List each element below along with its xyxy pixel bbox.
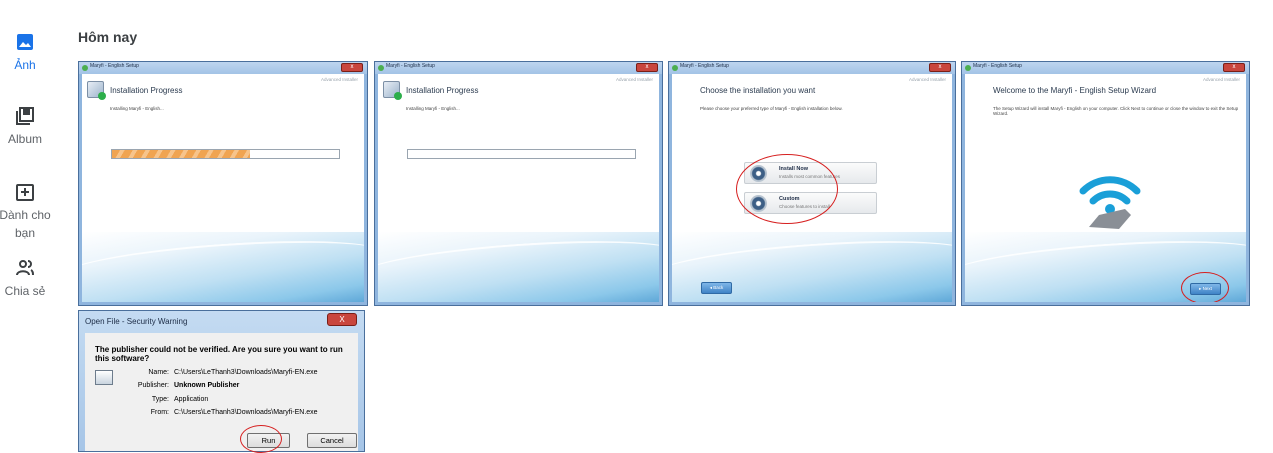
installer-instruction: The Setup Wizard will install Maryfi - E… <box>993 106 1239 116</box>
red-annotation-circle <box>736 154 838 224</box>
field-value: C:\Users\LeThanh3\Downloads\Maryfi-EN.ex… <box>174 409 318 416</box>
photo-icon <box>17 34 33 50</box>
installer-window: Maryfi - English Setup x Advanced Instal… <box>78 61 368 306</box>
nav-label-photos: Ảnh <box>14 58 36 72</box>
brand-label: Advanced Installer <box>320 77 358 82</box>
progress-bar <box>111 149 340 159</box>
nav-label-album: Album <box>7 132 42 146</box>
photo-thumbnail[interactable]: Maryfi - English Setup x Advanced Instal… <box>668 61 956 306</box>
installer-window: Maryfi - English Setup x Advanced Instal… <box>374 61 663 306</box>
decorative-wave <box>82 232 364 302</box>
for-you-icon <box>16 184 34 201</box>
nav-item-sharing[interactable]: Chia sẻ <box>0 258 50 300</box>
field-key: Publisher: <box>137 382 169 389</box>
window-title: Maryfi - English Setup <box>386 63 435 69</box>
app-icon <box>82 65 88 71</box>
installer-status: Installing Maryfi - English... <box>406 106 460 111</box>
field-key: Name: <box>148 369 169 376</box>
cancel-button-image: Cancel <box>307 433 357 448</box>
window-body: Advanced Installer Choose the installati… <box>672 74 952 302</box>
nav-item-photos[interactable]: Ảnh <box>0 32 50 74</box>
wifi-hand-icon <box>1079 176 1141 229</box>
app-icon <box>378 65 384 71</box>
nav-label-for-you: Dành cho bạn <box>0 208 51 240</box>
decorative-wave <box>378 232 659 302</box>
window-titlebar: Maryfi - English Setup x <box>669 62 955 74</box>
progress-bar <box>407 149 636 159</box>
section-title-today: Hôm nay <box>78 29 138 45</box>
installer-heading: Installation Progress <box>406 86 479 95</box>
progress-fill <box>112 150 251 158</box>
installer-window: Maryfi - English Setup x Advanced Instal… <box>961 61 1250 306</box>
installer-heading: Welcome to the Maryfi - English Setup Wi… <box>993 86 1157 95</box>
nav-item-for-you[interactable]: Dành cho bạn <box>0 182 51 242</box>
close-icon: X <box>327 313 357 326</box>
share-icon <box>16 260 34 276</box>
red-annotation-circle <box>1181 272 1229 302</box>
left-navigation: Ảnh Album Dành cho bạn Chia sẻ <box>0 0 51 452</box>
window-titlebar: Maryfi - English Setup x <box>375 62 662 74</box>
red-annotation-circle <box>240 425 282 453</box>
close-icon: x <box>636 63 658 72</box>
close-icon: x <box>1223 63 1245 72</box>
installer-heading: Installation Progress <box>110 86 183 95</box>
field-value: Application <box>174 396 209 403</box>
brand-label: Advanced Installer <box>1202 77 1240 82</box>
window-body: Advanced Installer Installation Progress… <box>82 74 364 302</box>
app-icon <box>672 65 678 71</box>
security-warning-dialog: Open File - Security Warning X The publi… <box>78 310 365 453</box>
close-icon: x <box>341 63 363 72</box>
window-title: Maryfi - English Setup <box>973 63 1022 69</box>
photo-thumbnail[interactable]: Maryfi - English Setup x Advanced Instal… <box>374 61 663 306</box>
field-value: Unknown Publisher <box>174 382 240 389</box>
photo-thumbnail[interactable]: Maryfi - English Setup x Advanced Instal… <box>78 61 368 306</box>
brand-label: Advanced Installer <box>908 77 946 82</box>
installer-status: Installing Maryfi - English... <box>110 106 164 111</box>
field-value: C:\Users\LeThanh3\Downloads\Maryfi-EN.ex… <box>174 369 318 376</box>
window-body: Advanced Installer Welcome to the Maryfi… <box>965 74 1246 302</box>
installer-instruction: Please choose your preferred type of Mar… <box>700 106 843 111</box>
installer-heading: Choose the installation you want <box>700 86 816 95</box>
app-icon <box>965 65 971 71</box>
brand-label: Advanced Installer <box>615 77 653 82</box>
nav-label-sharing: Chia sẻ <box>4 284 46 298</box>
setup-icon <box>87 81 106 100</box>
field-key: From: <box>150 409 169 416</box>
album-icon <box>16 107 34 125</box>
window-titlebar: Maryfi - English Setup x <box>79 62 367 74</box>
back-button-image: ◂ Back <box>701 282 732 294</box>
dialog-body: The publisher could not be verified. Are… <box>85 333 358 453</box>
window-titlebar: Maryfi - English Setup x <box>962 62 1249 74</box>
photo-thumbnail[interactable]: Maryfi - English Setup x Advanced Instal… <box>961 61 1250 306</box>
close-icon: x <box>929 63 951 72</box>
installer-window: Maryfi - English Setup x Advanced Instal… <box>668 61 956 306</box>
back-label: Back <box>713 285 724 290</box>
nav-item-album[interactable]: Album <box>0 106 50 148</box>
window-title: Maryfi - English Setup <box>680 63 729 69</box>
window-title: Maryfi - English Setup <box>90 63 139 69</box>
warning-question: The publisher could not be verified. Are… <box>95 345 343 363</box>
dialog-title: Open File - Security Warning <box>85 317 188 326</box>
setup-icon <box>383 81 402 100</box>
window-body: Advanced Installer Installation Progress… <box>378 74 659 302</box>
field-key: Type: <box>151 396 169 403</box>
